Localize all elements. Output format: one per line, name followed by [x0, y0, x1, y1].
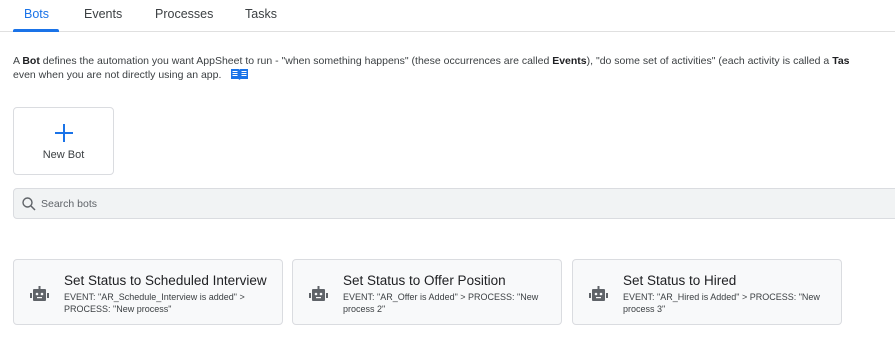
tab-tasks[interactable]: Tasks [245, 7, 277, 21]
description-text-line2: even when you are not directly using an … [13, 69, 222, 81]
bot-title: Set Status to Offer Position [343, 273, 506, 288]
active-tab-indicator [13, 29, 59, 32]
tab-bar: Bots Events Processes Tasks [0, 0, 895, 32]
search-bar [13, 188, 895, 219]
search-icon [22, 197, 36, 216]
robot-icon [589, 286, 608, 307]
bot-card-hired[interactable]: Set Status to Hired EVENT: "AR_Hired is … [572, 259, 842, 325]
bot-title: Set Status to Hired [623, 273, 737, 288]
description-text: A Bot defines the automation you want Ap… [13, 55, 850, 67]
new-bot-label: New Bot [42, 149, 85, 161]
bots-description: A Bot defines the automation you want Ap… [13, 54, 895, 85]
bot-detail: EVENT: "AR_Schedule_Interview is added" … [64, 292, 245, 314]
robot-icon [309, 286, 328, 307]
robot-icon [30, 286, 49, 307]
bot-detail: EVENT: "AR_Hired is Added" > PROCESS: "N… [623, 292, 820, 314]
bot-detail: EVENT: "AR_Offer is Added" > PROCESS: "N… [343, 292, 539, 314]
bot-card-scheduled-interview[interactable]: Set Status to Scheduled Interview EVENT:… [13, 259, 283, 325]
tab-events[interactable]: Events [84, 7, 122, 21]
tab-bots[interactable]: Bots [24, 7, 49, 21]
new-bot-button[interactable]: New Bot [13, 107, 114, 175]
search-input[interactable] [41, 196, 841, 212]
book-icon[interactable] [230, 68, 249, 85]
bot-card-offer-position[interactable]: Set Status to Offer Position EVENT: "AR_… [292, 259, 562, 325]
plus-icon [54, 123, 74, 148]
tab-processes[interactable]: Processes [155, 7, 213, 21]
bot-title: Set Status to Scheduled Interview [64, 273, 267, 288]
